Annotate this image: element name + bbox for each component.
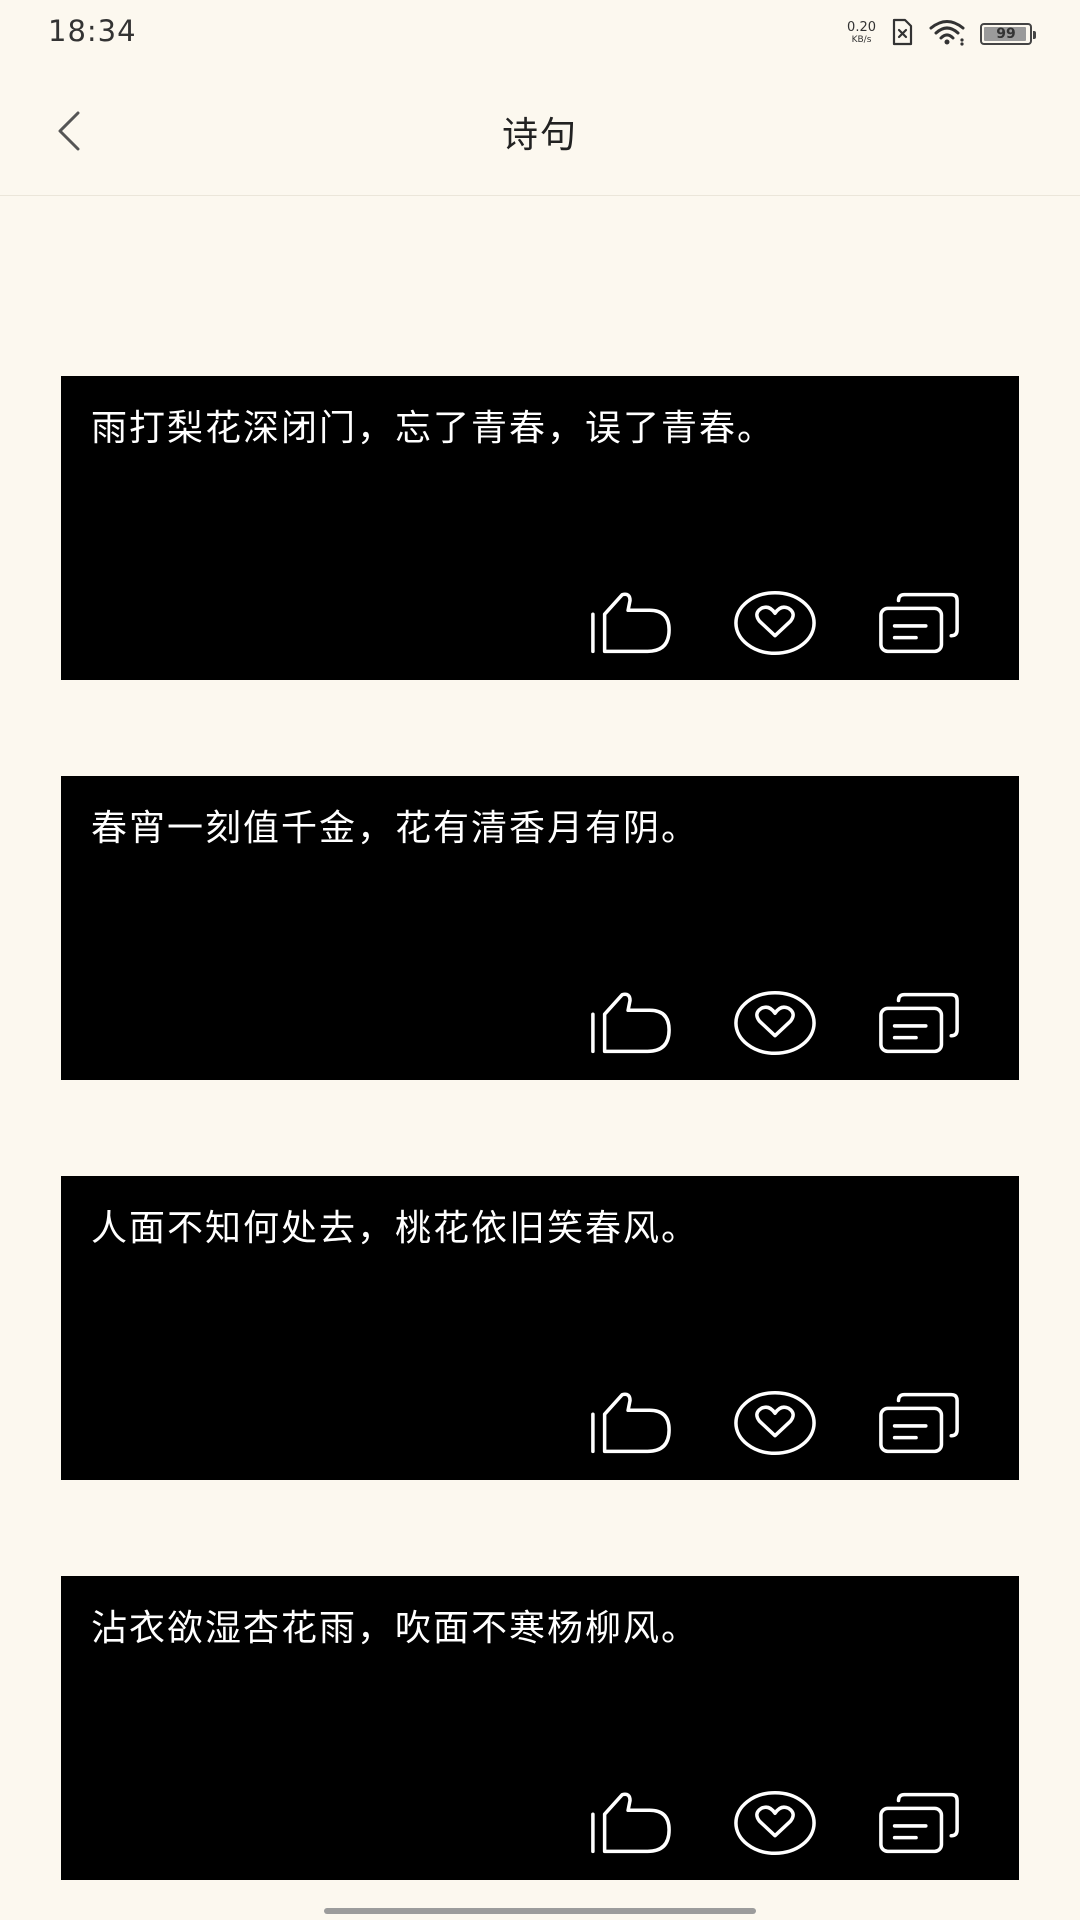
heart-icon	[734, 1390, 816, 1456]
status-time: 18:34	[48, 14, 137, 48]
like-button[interactable]	[589, 1788, 673, 1858]
poem-card[interactable]: 春宵一刻值千金，花有清香月有阴。	[61, 776, 1019, 1080]
poem-card[interactable]: 沾衣欲湿杏花雨，吹面不寒杨柳风。	[61, 1576, 1019, 1880]
copy-icon	[879, 1392, 959, 1454]
poem-card[interactable]: 人面不知何处去，桃花依旧笑春风。	[61, 1176, 1019, 1480]
card-actions	[589, 1788, 961, 1858]
header: 诗句	[0, 66, 1080, 196]
copy-icon	[879, 1792, 959, 1854]
network-speed-unit: KB/s	[851, 35, 872, 45]
copy-button[interactable]	[877, 588, 961, 658]
thumbs-up-icon	[591, 592, 671, 654]
like-button[interactable]	[589, 988, 673, 1058]
status-icons: 0.20 KB/s 99	[847, 18, 1036, 50]
thumbs-up-icon	[591, 992, 671, 1054]
copy-button[interactable]	[877, 988, 961, 1058]
thumbs-up-icon	[591, 1792, 671, 1854]
card-actions	[589, 988, 961, 1058]
poem-text: 雨打梨花深闭门，忘了青春，误了青春。	[91, 408, 776, 449]
page-title: 诗句	[501, 115, 578, 156]
poem-card[interactable]: 雨打梨花深闭门，忘了青春，误了青春。	[61, 376, 1019, 680]
home-indicator[interactable]	[324, 1908, 756, 1914]
favorite-button[interactable]	[733, 1388, 817, 1458]
poem-text: 沾衣欲湿杏花雨，吹面不寒杨柳风。	[91, 1608, 700, 1649]
heart-icon	[734, 590, 816, 656]
no-sim-icon	[890, 18, 914, 50]
network-speed: 0.20 KB/s	[847, 20, 876, 46]
favorite-button[interactable]	[733, 988, 817, 1058]
battery-level: 99	[996, 26, 1016, 42]
poem-text: 春宵一刻值千金，花有清香月有阴。	[91, 808, 700, 849]
wifi-icon	[928, 18, 966, 50]
copy-button[interactable]	[877, 1788, 961, 1858]
heart-icon	[734, 1790, 816, 1856]
heart-icon	[734, 990, 816, 1056]
like-button[interactable]	[589, 1388, 673, 1458]
network-speed-value: 0.20	[847, 20, 876, 35]
like-button[interactable]	[589, 588, 673, 658]
card-actions	[589, 1388, 961, 1458]
favorite-button[interactable]	[733, 588, 817, 658]
poem-text: 人面不知何处去，桃花依旧笑春风。	[91, 1208, 700, 1249]
card-actions	[589, 588, 961, 658]
battery-icon: 99	[980, 23, 1036, 45]
copy-button[interactable]	[877, 1388, 961, 1458]
thumbs-up-icon	[591, 1392, 671, 1454]
copy-icon	[879, 992, 959, 1054]
favorite-button[interactable]	[733, 1788, 817, 1858]
status-bar: 18:34 0.20 KB/s 99	[0, 0, 1080, 66]
copy-icon	[879, 592, 959, 654]
